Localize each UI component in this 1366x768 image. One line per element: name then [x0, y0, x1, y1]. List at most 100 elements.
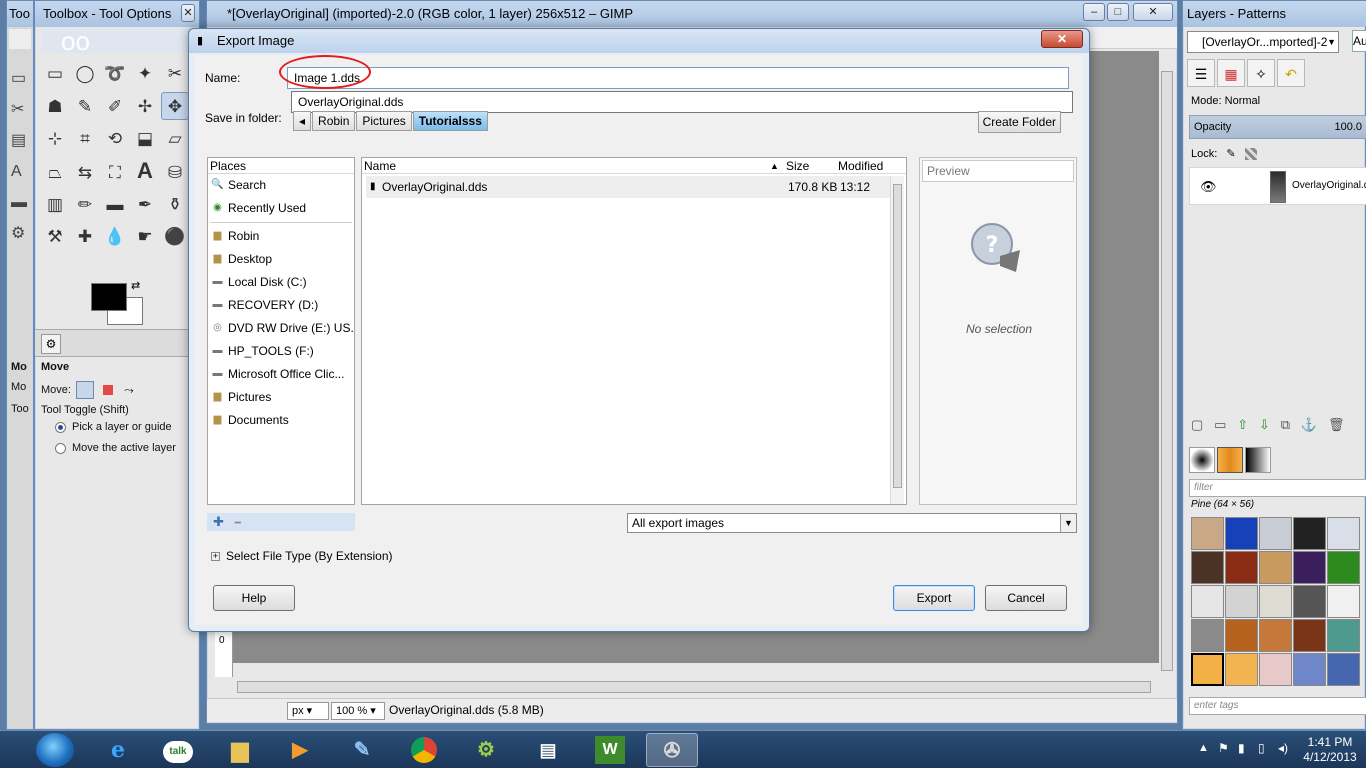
pattern-grid[interactable] [1191, 517, 1366, 689]
tray-arrow-icon[interactable]: ▲ [1198, 742, 1209, 754]
chrome-icon[interactable] [398, 733, 450, 767]
close-button[interactable]: ✕ [1133, 3, 1173, 21]
undo-tab-icon[interactable]: ↶ [1277, 59, 1305, 87]
new-group-icon[interactable]: ▭ [1214, 417, 1226, 432]
pattern-filter-input[interactable]: filter [1189, 479, 1366, 497]
mode-label[interactable]: Mode: Normal [1191, 95, 1260, 107]
blend-icon[interactable]: ▥ [41, 191, 69, 219]
cage-icon[interactable]: ⛶ [101, 159, 129, 187]
pattern-swatch[interactable] [1293, 619, 1326, 652]
pattern-swatch[interactable] [1293, 551, 1326, 584]
scissors-icon[interactable]: ✂ [161, 60, 189, 88]
image-vertical-scrollbar[interactable] [1161, 71, 1173, 671]
breadcrumb-back-button[interactable]: ◂ [293, 111, 312, 131]
move-active-option[interactable]: Move the active layer [55, 442, 176, 454]
brushes-tab-icon[interactable] [1189, 447, 1215, 473]
breadcrumb-tutorials[interactable]: Tutorialsss [412, 111, 488, 131]
pattern-swatch[interactable] [1327, 551, 1360, 584]
add-bookmark-icon[interactable]: ✚ [213, 514, 224, 529]
paths-icon[interactable]: ✎ [71, 93, 99, 121]
place-desktop[interactable]: ▆ Desktop [208, 248, 354, 271]
zoom-select[interactable]: 100 % ▾ [331, 702, 385, 720]
color-picker-icon[interactable]: ✐ [101, 93, 129, 121]
measure-icon[interactable]: ✢ [131, 93, 159, 121]
align-icon[interactable]: ⊹ [41, 125, 69, 153]
pattern-swatch[interactable] [1327, 585, 1360, 618]
fuzzy-select-icon[interactable]: ✦ [131, 60, 159, 88]
patterns-tab-icon[interactable] [1217, 447, 1243, 473]
col-name[interactable]: Name [364, 158, 396, 174]
maximize-button[interactable]: □ [1107, 3, 1129, 21]
export-button[interactable]: Export [893, 585, 975, 611]
pattern-swatch[interactable] [1225, 653, 1258, 686]
blur-icon[interactable]: 💧 [101, 223, 129, 251]
place-documents[interactable]: ▆ Documents [208, 409, 354, 432]
delete-layer-icon[interactable]: 🗑 [1328, 417, 1345, 432]
place-recent[interactable]: ◉ Recently Used [208, 197, 354, 220]
ellipse-select-icon[interactable]: ◯ [71, 60, 99, 88]
pattern-swatch[interactable] [1293, 653, 1326, 686]
image-select[interactable]: [OverlayOr...mported]-2 ▼ [1187, 31, 1339, 53]
pick-layer-radio[interactable] [55, 421, 66, 433]
dodge-icon[interactable]: ⚫ [161, 223, 189, 251]
autocomplete-suggestion[interactable]: OverlayOriginal.dds [291, 91, 1073, 113]
airbrush-icon[interactable]: ✒ [131, 191, 159, 219]
create-folder-button[interactable]: Create Folder [977, 111, 1061, 133]
pattern-swatch[interactable] [1259, 653, 1292, 686]
pattern-swatch[interactable] [1327, 517, 1360, 550]
pattern-swatch[interactable] [1225, 517, 1258, 550]
foreground-color[interactable] [91, 283, 127, 311]
eye-icon[interactable]: 👁 [1200, 179, 1217, 195]
anchor-icon[interactable]: ⚓ [1301, 417, 1317, 432]
file-type-expander[interactable]: + Select File Type (By Extension) [211, 549, 393, 563]
move-active-radio[interactable] [55, 442, 66, 454]
cancel-button[interactable]: Cancel [985, 585, 1067, 611]
smudge-icon[interactable]: ☛ [131, 223, 159, 251]
opacity-slider[interactable]: Opacity 100.0 [1189, 115, 1366, 139]
pattern-swatch[interactable] [1225, 619, 1258, 652]
place-recovery[interactable]: ▬ RECOVERY (D:) [208, 294, 354, 317]
paint-icon[interactable]: ✎ [336, 733, 388, 767]
pattern-swatch[interactable] [1225, 585, 1258, 618]
app-icon[interactable]: ⚙ [460, 733, 512, 767]
perspective-icon[interactable]: ⏢ [41, 159, 69, 187]
tags-input[interactable]: enter tags [1189, 697, 1366, 715]
place-pictures[interactable]: ▆ Pictures [208, 386, 354, 409]
heal-icon[interactable]: ✚ [71, 223, 99, 251]
battery-icon[interactable]: ▯ [1258, 741, 1265, 755]
pattern-swatch[interactable] [1191, 551, 1224, 584]
file-row[interactable]: ▮ OverlayOriginal.dds 170.8 KB 13:12 [366, 176, 890, 198]
pattern-swatch[interactable] [1327, 619, 1360, 652]
channels-tab-icon[interactable]: ▦ [1217, 59, 1245, 87]
col-modified[interactable]: Modified [838, 158, 883, 174]
color-swatches[interactable]: ⇄ [91, 280, 147, 327]
breadcrumb-pictures[interactable]: Pictures [356, 111, 412, 131]
ink-icon[interactable]: ⚱ [161, 191, 189, 219]
place-hp-tools[interactable]: ▬ HP_TOOLS (F:) [208, 340, 354, 363]
new-layer-icon[interactable]: ▢ [1191, 417, 1203, 432]
unit-select[interactable]: px ▾ [287, 702, 329, 720]
lasso-icon[interactable]: ➰ [101, 60, 129, 88]
flip-icon[interactable]: ⇆ [71, 159, 99, 187]
flag-icon[interactable]: ⚑ [1218, 741, 1229, 755]
pick-layer-option[interactable]: Pick a layer or guide [55, 421, 172, 433]
lock-pixels-icon[interactable]: ✎ [1226, 148, 1235, 160]
place-office[interactable]: ▬ Microsoft Office Clic... [208, 363, 354, 386]
dialog-close-button[interactable]: ✕ [1041, 30, 1083, 48]
name-input[interactable]: Image 1.dds [287, 67, 1069, 89]
toolbox-close-button[interactable]: ✕ [181, 4, 195, 22]
lock-alpha-icon[interactable] [1244, 148, 1257, 161]
clone-icon[interactable]: ⚒ [41, 223, 69, 251]
foreground-select-icon[interactable]: ☗ [41, 93, 69, 121]
place-robin[interactable]: ▆ Robin [208, 225, 354, 248]
rotate-icon[interactable]: ⟲ [101, 125, 129, 153]
place-local-disk[interactable]: ▬ Local Disk (C:) [208, 271, 354, 294]
shear-icon[interactable]: ▱ [161, 125, 189, 153]
duplicate-layer-icon[interactable]: ⧉ [1281, 417, 1290, 432]
image-horizontal-scrollbar[interactable] [237, 681, 1151, 693]
file-list-scrollbar[interactable] [890, 176, 904, 504]
bucket-fill-icon[interactable]: ⛁ [161, 159, 189, 187]
swap-colors-icon[interactable]: ⇄ [131, 279, 140, 292]
pattern-swatch[interactable] [1191, 619, 1224, 652]
crop-icon[interactable]: ⌗ [71, 125, 99, 153]
